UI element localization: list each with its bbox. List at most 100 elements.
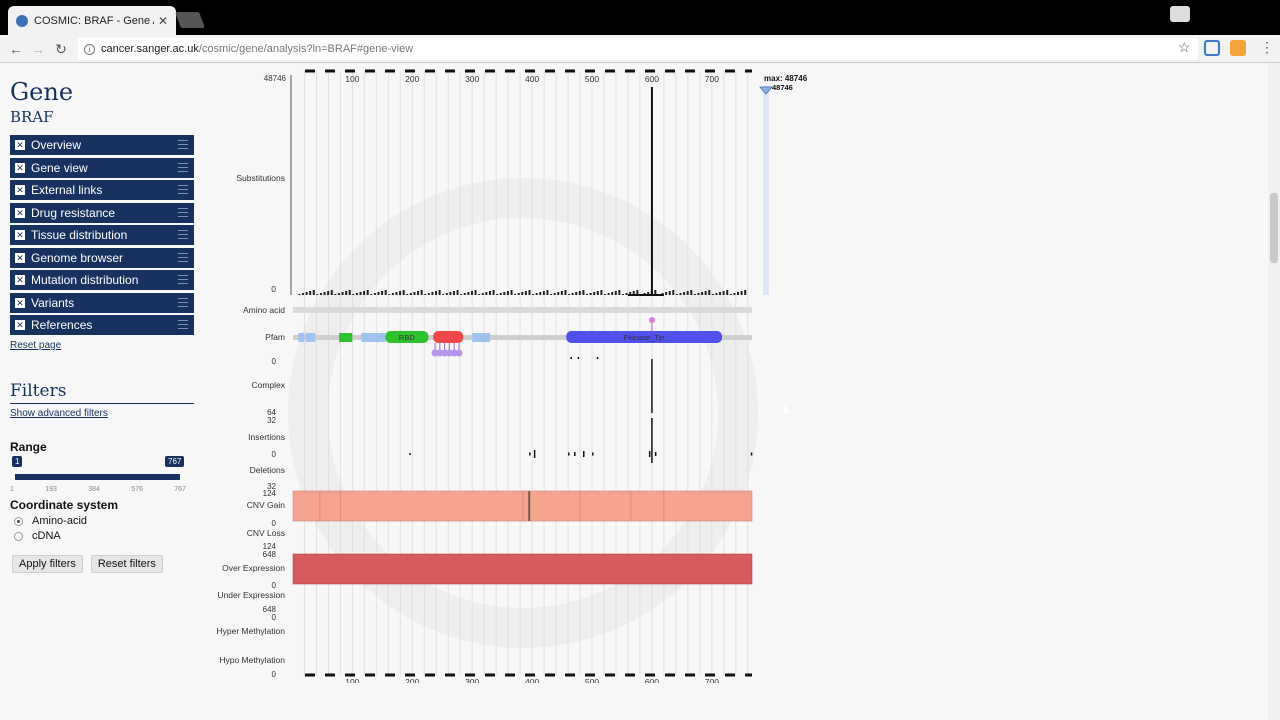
range-track[interactable] <box>15 474 180 480</box>
x-tick-label-bottom: 100 <box>345 677 359 683</box>
advanced-filters-link[interactable]: Show advanced filters <box>10 408 194 419</box>
drag-handle-icon[interactable] <box>178 320 188 329</box>
drag-handle-icon[interactable] <box>178 140 188 149</box>
substitution-bar <box>435 291 438 295</box>
extension-sync-icon[interactable] <box>1204 40 1220 56</box>
range-ticks: 1 193 384 576 767 <box>10 486 186 493</box>
coord-option-amino-acid[interactable]: Amino-acid <box>10 515 194 527</box>
browser-tab[interactable]: COSMIC: BRAF - Gene Ar ✕ <box>8 6 176 35</box>
drag-handle-icon[interactable] <box>178 207 188 217</box>
substitution-bar <box>334 294 337 295</box>
x-tick-label-top: 200 <box>405 74 419 84</box>
cnv-gain-block <box>319 490 341 522</box>
substitution-bar <box>488 291 491 295</box>
substitution-bar <box>370 294 373 295</box>
extension-off-icon[interactable] <box>1230 40 1246 56</box>
nav-item-external-links[interactable]: ✕ External links <box>10 180 194 200</box>
filters-title: Filters <box>10 381 194 404</box>
range-min-handle[interactable]: 1 <box>12 456 23 467</box>
close-icon[interactable]: ✕ <box>158 14 168 28</box>
substitution-bar <box>438 290 441 295</box>
range-tick: 576 <box>131 486 143 493</box>
nav-item-references[interactable]: ✕ References <box>10 315 194 335</box>
checkbox-icon[interactable]: ✕ <box>15 252 25 263</box>
substitution-bar <box>373 293 376 295</box>
x-tick-label-bottom: 300 <box>465 677 479 683</box>
menu-icon[interactable]: ⋮ <box>1260 39 1274 56</box>
drag-handle-icon[interactable] <box>178 162 188 172</box>
track-label: Complex <box>251 380 285 390</box>
substitution-bar <box>481 293 484 295</box>
reset-filters-button[interactable]: Reset filters <box>90 555 163 573</box>
drag-handle-icon[interactable] <box>178 230 188 239</box>
checkbox-icon[interactable]: ✕ <box>15 275 25 285</box>
substitution-bar <box>301 293 304 295</box>
substitution-bar <box>722 291 725 295</box>
drag-handle-icon[interactable] <box>178 297 188 307</box>
range-max-handle[interactable]: 767 <box>165 456 185 467</box>
substitution-bar <box>402 290 405 295</box>
address-bar[interactable]: i cancer.sanger.ac.uk/cosmic/gene/analys… <box>78 38 1198 60</box>
url-host: cancer.sanger.ac.uk <box>101 43 199 55</box>
substitution-bar <box>409 293 412 295</box>
substitution-bar <box>496 294 499 295</box>
substitution-bar <box>711 294 714 295</box>
checkbox-icon[interactable]: ✕ <box>15 162 25 173</box>
apply-filters-button[interactable]: Apply filters <box>12 555 83 573</box>
back-icon[interactable]: ← <box>6 39 26 59</box>
track-axis-number: 648 <box>263 550 277 559</box>
radio-button[interactable] <box>14 531 23 541</box>
url-path: /cosmic/gene/analysis?ln=BRAF#gene-view <box>198 43 414 55</box>
drag-handle-icon[interactable] <box>178 185 188 194</box>
coord-option-cdna[interactable]: cDNA <box>10 530 194 542</box>
checkbox-icon[interactable]: ✕ <box>15 140 25 150</box>
substitution-bar <box>582 290 585 295</box>
substitution-bar <box>395 292 398 295</box>
substitution-bar <box>521 292 524 295</box>
substitution-bar <box>355 293 358 295</box>
pfam-domain <box>433 331 464 343</box>
substitution-bar <box>345 291 348 295</box>
nav-item-overview[interactable]: ✕ Overview <box>10 135 194 155</box>
checkbox-icon[interactable]: ✕ <box>15 230 25 240</box>
checkbox-icon[interactable]: ✕ <box>15 297 25 308</box>
nav-item-tissue-distribution[interactable]: ✕ Tissue distribution <box>10 225 194 245</box>
substitution-bar <box>586 294 589 295</box>
range-slider[interactable]: 1 767 1 193 384 576 767 <box>10 456 194 496</box>
nav-item-drug-resistance[interactable]: ✕ Drug resistance <box>10 202 194 223</box>
nav-item-variants[interactable]: ✕ Variants <box>10 292 194 313</box>
info-icon[interactable]: i <box>84 43 95 55</box>
drag-handle-icon[interactable] <box>178 252 188 262</box>
radio-button[interactable] <box>14 516 23 526</box>
track-label: Under Expression <box>217 590 285 600</box>
nav-item-genome-browser[interactable]: ✕ Genome browser <box>10 247 194 268</box>
substitution-bar <box>492 290 495 295</box>
reset-page-link[interactable]: Reset page <box>10 340 194 351</box>
substitution-bar <box>564 290 567 295</box>
substitution-bar <box>341 292 344 295</box>
left-panel: Gene BRAF ✕ Overview ✕ Gene view ✕ External l… <box>10 63 194 573</box>
checkbox-icon[interactable]: ✕ <box>15 185 25 195</box>
nav-item-gene-view[interactable]: ✕ Gene view <box>10 157 194 178</box>
substitution-bar <box>625 293 628 295</box>
cnv-gain-block <box>579 490 632 522</box>
page-scrollbar[interactable] <box>1268 63 1280 720</box>
checkbox-icon[interactable]: ✕ <box>15 320 25 330</box>
substitution-bar <box>704 291 707 295</box>
new-tab-button[interactable] <box>175 12 205 28</box>
reload-icon[interactable]: ↻ <box>51 39 71 59</box>
profile-icon[interactable] <box>1170 6 1190 22</box>
gene-view-chart[interactable]: 100 100 200 200 300 300 400 400 500 500 600 600 700 7… <box>200 63 820 683</box>
drag-handle-icon[interactable] <box>178 275 188 284</box>
substitution-bar <box>589 293 592 295</box>
mouse-cursor-icon <box>784 404 796 414</box>
checkbox-icon[interactable]: ✕ <box>15 207 25 218</box>
substitution-bar <box>427 293 430 295</box>
substitution-bar <box>456 290 459 295</box>
scrollbar-thumb[interactable] <box>1270 193 1278 263</box>
forward-icon[interactable]: → <box>28 39 48 59</box>
nav-item-label: Genome browser <box>31 250 124 265</box>
nav-item-mutation-distribution[interactable]: ✕ Mutation distribution <box>10 270 194 290</box>
indel-bar <box>529 452 531 456</box>
bookmark-star-icon[interactable]: ☆ <box>1178 39 1191 56</box>
